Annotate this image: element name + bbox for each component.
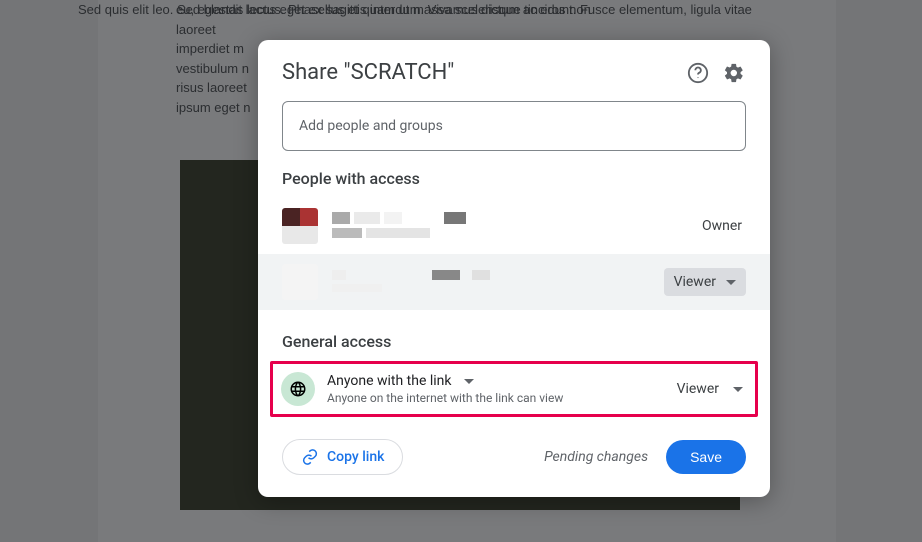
chevron-down-icon xyxy=(464,379,474,384)
copy-link-button[interactable]: Copy link xyxy=(282,439,403,475)
people-with-access-heading: People with access xyxy=(282,169,746,188)
person-row-viewer[interactable]: Viewer xyxy=(258,254,770,310)
redacted-name xyxy=(332,212,702,240)
redacted-name xyxy=(332,268,664,296)
dialog-footer: Copy link Pending changes Save xyxy=(258,423,770,489)
save-button[interactable]: Save xyxy=(666,440,746,474)
gear-icon[interactable] xyxy=(722,61,746,85)
share-dialog: Share "SCRATCH" Add people and groups Pe… xyxy=(258,40,770,497)
avatar xyxy=(282,208,318,244)
chevron-down-icon xyxy=(726,280,736,285)
general-access-heading: General access xyxy=(282,332,746,351)
help-icon[interactable] xyxy=(686,61,710,85)
pending-changes-label: Pending changes xyxy=(544,449,648,465)
general-access-row: Anyone with the link Anyone on the inter… xyxy=(270,361,758,417)
owner-role-label: Owner xyxy=(702,218,746,234)
general-role-dropdown[interactable]: Viewer xyxy=(677,381,743,397)
avatar xyxy=(282,264,318,300)
dialog-title: Share "SCRATCH" xyxy=(282,60,674,85)
scope-dropdown[interactable]: Anyone with the link xyxy=(327,373,677,389)
role-dropdown-label: Viewer xyxy=(674,274,716,290)
globe-icon xyxy=(281,372,315,406)
person-row-owner: Owner xyxy=(258,198,770,254)
link-icon xyxy=(301,448,319,466)
chevron-down-icon xyxy=(733,387,743,392)
general-access-text: Anyone with the link Anyone on the inter… xyxy=(327,373,677,405)
copy-link-label: Copy link xyxy=(327,449,384,465)
general-role-label: Viewer xyxy=(677,381,719,397)
add-people-input[interactable]: Add people and groups xyxy=(282,101,746,151)
dialog-header: Share "SCRATCH" xyxy=(258,40,770,101)
save-button-label: Save xyxy=(690,449,722,465)
role-dropdown[interactable]: Viewer xyxy=(664,268,746,296)
scope-description: Anyone on the internet with the link can… xyxy=(327,391,677,405)
scope-label: Anyone with the link xyxy=(327,373,452,389)
add-people-placeholder: Add people and groups xyxy=(299,118,443,134)
